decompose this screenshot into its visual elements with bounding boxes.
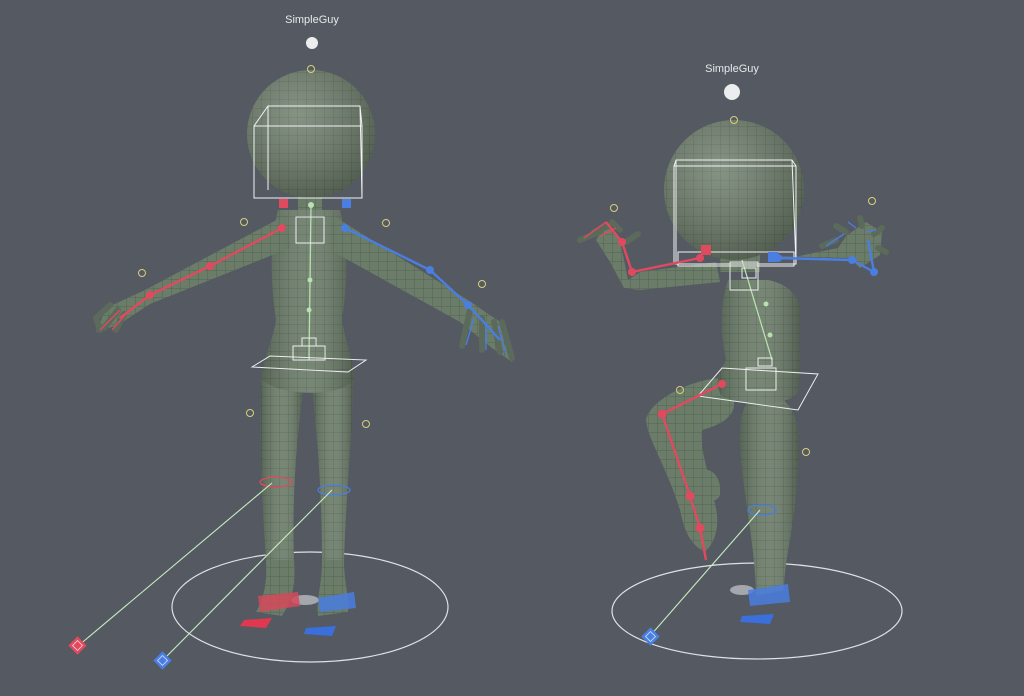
left-foot-controls[interactable] (240, 592, 300, 628)
character-name-label: SimpleGuy (705, 63, 759, 75)
3d-viewport[interactable]: SimpleGuy SimpleGuy (0, 0, 1024, 696)
character-name-label: SimpleGuy (285, 14, 339, 26)
character-right[interactable] (577, 84, 903, 660)
neck-left-marker[interactable] (279, 199, 288, 208)
ground-ring-control[interactable] (171, 551, 449, 663)
root-locator-dot[interactable] (306, 37, 318, 49)
neck-right-marker[interactable] (342, 199, 351, 208)
root-locator-dot[interactable] (724, 84, 740, 100)
head-mesh (664, 120, 804, 272)
neck-left-marker[interactable] (701, 245, 711, 255)
left-knee-pole-vector[interactable] (68, 636, 87, 655)
right-knee-pole-vector[interactable] (641, 627, 660, 646)
head-mesh (247, 70, 375, 210)
character-left[interactable] (68, 37, 515, 670)
viewport-canvas[interactable] (0, 0, 1024, 696)
legs-mesh (256, 372, 354, 616)
